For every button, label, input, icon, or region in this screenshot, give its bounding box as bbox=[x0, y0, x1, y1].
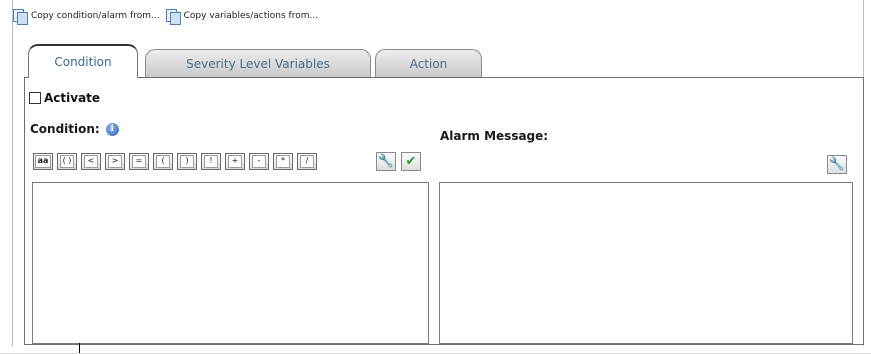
operator-button-minus[interactable]: - bbox=[249, 153, 269, 170]
condition-edit-button[interactable]: 🔧 bbox=[376, 152, 396, 171]
operator-button-aa[interactable]: aa bbox=[33, 153, 53, 170]
operator-button-plus[interactable]: + bbox=[225, 153, 245, 170]
operator-button-divide[interactable]: / bbox=[297, 153, 317, 170]
wrench-icon: 🔧 bbox=[828, 157, 846, 172]
condition-validate-button[interactable]: ✔ bbox=[401, 152, 421, 171]
operator-button-multiply[interactable]: * bbox=[273, 153, 293, 170]
activate-row: Activate bbox=[29, 91, 100, 105]
activate-label: Activate bbox=[44, 91, 101, 105]
copy-icon bbox=[165, 9, 181, 25]
operator-toolbar: aa ( ) < > = ( ) ! + - * / bbox=[33, 153, 321, 170]
condition-textarea[interactable] bbox=[32, 182, 429, 344]
activate-checkbox[interactable] bbox=[29, 92, 41, 104]
info-icon[interactable]: i bbox=[105, 122, 119, 136]
text-cursor bbox=[79, 343, 80, 353]
operator-button-close-paren[interactable]: ) bbox=[177, 153, 197, 170]
copy-variables-link[interactable]: Copy variables/actions from... bbox=[165, 9, 319, 25]
copy-icon bbox=[13, 9, 28, 25]
operator-label: - bbox=[252, 155, 266, 168]
operator-label: = bbox=[132, 155, 146, 168]
alarm-message-textarea[interactable] bbox=[439, 182, 853, 344]
alarm-message-label: Alarm Message: bbox=[440, 129, 549, 143]
copy-condition-label: Copy condition/alarm from... bbox=[31, 11, 160, 21]
copy-condition-link[interactable]: Copy condition/alarm from... bbox=[13, 9, 160, 25]
copy-variables-label: Copy variables/actions from... bbox=[183, 11, 319, 21]
condition-panel: Activate Condition: i Alarm Message: aa … bbox=[24, 77, 864, 345]
operator-button-not[interactable]: ! bbox=[201, 153, 221, 170]
operator-label: < bbox=[84, 155, 98, 168]
toolbar: Copy condition/alarm from... Copy variab… bbox=[13, 6, 324, 26]
condition-label: Condition: bbox=[30, 122, 100, 136]
operator-label: > bbox=[108, 155, 122, 168]
operator-label: ( bbox=[156, 155, 170, 168]
operator-label: + bbox=[228, 155, 242, 168]
operator-label: * bbox=[276, 155, 290, 168]
operator-button-greater-than[interactable]: > bbox=[105, 153, 125, 170]
operator-label: aa bbox=[35, 155, 51, 168]
operator-button-equals[interactable]: = bbox=[129, 153, 149, 170]
operator-button-less-than[interactable]: < bbox=[81, 153, 101, 170]
condition-label-row: Condition: i bbox=[30, 122, 119, 136]
alarm-edit-button[interactable]: 🔧 bbox=[827, 155, 847, 174]
operator-label: ( ) bbox=[60, 155, 74, 168]
wrench-icon: 🔧 bbox=[377, 154, 395, 169]
operator-button-open-paren[interactable]: ( bbox=[153, 153, 173, 170]
operator-label: ! bbox=[204, 155, 218, 168]
operator-button-parens[interactable]: ( ) bbox=[57, 153, 77, 170]
operator-label: / bbox=[300, 155, 314, 168]
operator-label: ) bbox=[180, 155, 194, 168]
tab-condition[interactable]: Condition bbox=[28, 44, 138, 78]
tab-severity-level-variables[interactable]: Severity Level Variables bbox=[145, 49, 371, 77]
tab-action[interactable]: Action bbox=[375, 49, 482, 77]
checkmark-icon: ✔ bbox=[405, 154, 417, 169]
